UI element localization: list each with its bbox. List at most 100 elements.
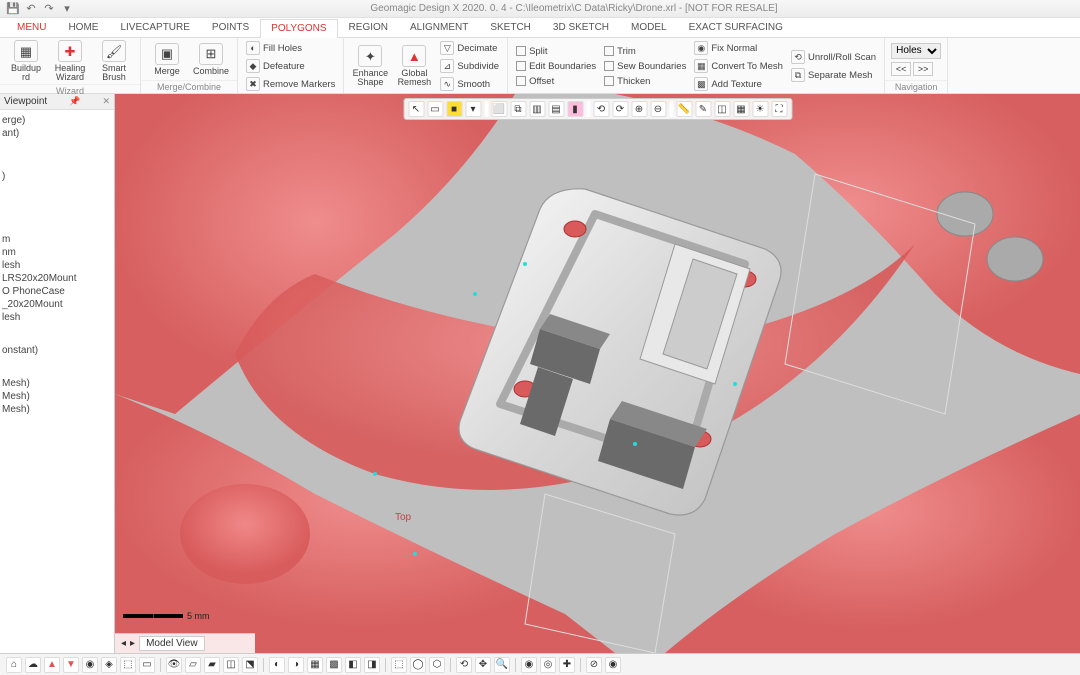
fix-normal-button[interactable]: ◉Fix Normal: [692, 40, 785, 56]
tab-livecapture[interactable]: LIVECAPTURE: [109, 18, 200, 37]
tree-item[interactable]: Mesh): [2, 390, 112, 403]
remove-markers-button[interactable]: ✖Remove Markers: [244, 76, 337, 92]
vt-rot4-icon[interactable]: ⊖: [650, 101, 666, 117]
tree-item[interactable]: nm: [2, 246, 112, 259]
combine-button[interactable]: ⊞Combine: [191, 43, 231, 76]
buildup-wizard-button[interactable]: ▦Buildup rd: [6, 40, 46, 82]
model-view-tab[interactable]: Model View: [139, 636, 205, 651]
unroll-scan-button[interactable]: ⟲Unroll/Roll Scan: [789, 49, 878, 65]
sb-home-icon[interactable]: ⌂: [6, 657, 22, 673]
sb-body-icon[interactable]: ◉: [82, 657, 98, 673]
sb-mesh2-icon[interactable]: ▼: [63, 657, 79, 673]
convert-to-mesh-button[interactable]: ▦Convert To Mesh: [692, 58, 785, 74]
merge-button[interactable]: ▣Merge: [147, 43, 187, 76]
sb-nav1-icon[interactable]: ⟲: [456, 657, 472, 673]
vt-view2-icon[interactable]: ⧉: [510, 101, 526, 117]
sb-sel3-icon[interactable]: ⬡: [429, 657, 445, 673]
vt-rot1-icon[interactable]: ⟲: [593, 101, 609, 117]
smooth-button[interactable]: ∿Smooth: [438, 76, 501, 92]
sb-surf-icon[interactable]: ◈: [101, 657, 117, 673]
edit-boundaries-button[interactable]: Edit Boundaries: [514, 60, 598, 73]
sb-m1-icon[interactable]: ◉: [521, 657, 537, 673]
qat-undo-icon[interactable]: ↶: [24, 2, 38, 16]
tree-item[interactable]: Mesh): [2, 403, 112, 416]
tab-home[interactable]: HOME: [57, 18, 109, 37]
vt-select-icon[interactable]: ▭: [427, 101, 443, 117]
feature-tree[interactable]: erge) ant) ) m nm lesh LRS20x20Mount O P…: [0, 110, 114, 653]
vt-rot2-icon[interactable]: ⟳: [612, 101, 628, 117]
smart-brush-button[interactable]: 🖌Smart Brush: [94, 40, 134, 82]
nav-prev-button[interactable]: <<: [891, 62, 911, 76]
tree-item[interactable]: LRS20x20Mount: [2, 272, 112, 285]
vt-grid-icon[interactable]: ▦: [733, 101, 749, 117]
tree-item[interactable]: O PhoneCase: [2, 285, 112, 298]
nav-next-button[interactable]: >>: [913, 62, 933, 76]
thicken-button[interactable]: Thicken: [602, 75, 688, 88]
healing-wizard-button[interactable]: ✚Healing Wizard: [50, 40, 90, 82]
sb-rend1-icon[interactable]: ◐: [269, 657, 285, 673]
sb-rend3-icon[interactable]: ▦: [307, 657, 323, 673]
tab-sketch[interactable]: SKETCH: [479, 18, 542, 37]
tab-3dsketch[interactable]: 3D SKETCH: [542, 18, 620, 37]
vt-view5-icon[interactable]: ▮: [567, 101, 583, 117]
sb-rend4-icon[interactable]: ▩: [326, 657, 342, 673]
panel-close-icon[interactable]: ✕: [102, 96, 110, 107]
tab-exact[interactable]: EXACT SURFACING: [678, 18, 794, 37]
sb-pl2-icon[interactable]: ▰: [204, 657, 220, 673]
sb-mesh1-icon[interactable]: ▲: [44, 657, 60, 673]
qat-save-icon[interactable]: 💾: [6, 2, 20, 16]
tree-item[interactable]: m: [2, 233, 112, 246]
add-texture-button[interactable]: ▩Add Texture: [692, 76, 785, 92]
sb-rend2-icon[interactable]: ◑: [288, 657, 304, 673]
vt-view1-icon[interactable]: ⬜: [491, 101, 507, 117]
offset-button[interactable]: Offset: [514, 75, 598, 88]
tab-next-icon[interactable]: ▸: [130, 638, 135, 649]
sb-rend6-icon[interactable]: ◨: [364, 657, 380, 673]
vt-cam-icon[interactable]: ⛶: [771, 101, 787, 117]
decimate-button[interactable]: ▽Decimate: [438, 40, 501, 56]
tree-item[interactable]: erge): [2, 114, 112, 127]
qat-redo-icon[interactable]: ↷: [42, 2, 56, 16]
nav-select[interactable]: Holes: [891, 43, 941, 59]
sb-nav3-icon[interactable]: 🔍: [494, 657, 510, 673]
panel-pin-icon[interactable]: 📌: [69, 96, 80, 107]
vt-pencil-icon[interactable]: ✎: [695, 101, 711, 117]
enhance-shape-button[interactable]: ✦Enhance Shape: [350, 45, 390, 87]
qat-dropdown-icon[interactable]: ▾: [60, 2, 74, 16]
sb-sel2-icon[interactable]: ◯: [410, 657, 426, 673]
tab-points[interactable]: POINTS: [201, 18, 260, 37]
sb-sk2-icon[interactable]: ▭: [139, 657, 155, 673]
tree-item[interactable]: Mesh): [2, 377, 112, 390]
tab-polygons[interactable]: POLYGONS: [260, 19, 337, 38]
sb-sk-icon[interactable]: ⬚: [120, 657, 136, 673]
tab-alignment[interactable]: ALIGNMENT: [399, 18, 479, 37]
panel-header[interactable]: Viewpoint 📌 ✕: [0, 94, 114, 110]
global-remesh-button[interactable]: ▲Global Remesh: [394, 45, 434, 87]
tab-region[interactable]: REGION: [338, 18, 399, 37]
sb-pl3-icon[interactable]: ◫: [223, 657, 239, 673]
tree-item[interactable]: onstant): [2, 344, 112, 357]
sb-pl4-icon[interactable]: ⬔: [242, 657, 258, 673]
tab-prev-icon[interactable]: ◂: [121, 638, 126, 649]
subdivide-button[interactable]: ⊿Subdivide: [438, 58, 501, 74]
defeature-button[interactable]: ◆Defeature: [244, 58, 337, 74]
tab-model[interactable]: MODEL: [620, 18, 678, 37]
tree-item[interactable]: ): [2, 170, 112, 183]
vt-cursor-icon[interactable]: ↖: [408, 101, 424, 117]
vt-rot3-icon[interactable]: ⊕: [631, 101, 647, 117]
tree-item[interactable]: lesh: [2, 259, 112, 272]
sb-hide-icon[interactable]: ⊘: [586, 657, 602, 673]
tab-menu[interactable]: MENU: [6, 18, 57, 37]
sb-sel1-icon[interactable]: ⬚: [391, 657, 407, 673]
vt-light-icon[interactable]: ☀: [752, 101, 768, 117]
vt-view4-icon[interactable]: ▤: [548, 101, 564, 117]
vt-drop-icon[interactable]: ▾: [465, 101, 481, 117]
sb-nav2-icon[interactable]: ✥: [475, 657, 491, 673]
sew-boundaries-button[interactable]: Sew Boundaries: [602, 60, 688, 73]
vt-view3-icon[interactable]: ▥: [529, 101, 545, 117]
tree-item[interactable]: ant): [2, 127, 112, 140]
tree-item[interactable]: lesh: [2, 311, 112, 324]
sb-pl1-icon[interactable]: ▱: [185, 657, 201, 673]
sb-m3-icon[interactable]: ✚: [559, 657, 575, 673]
viewport-3d[interactable]: ↖ ▭ ■ ▾ ⬜ ⧉ ▥ ▤ ▮ ⟲ ⟳ ⊕ ⊖ 📏 ✎ ◫ ▦ ☀ ⛶ To…: [115, 94, 1080, 653]
